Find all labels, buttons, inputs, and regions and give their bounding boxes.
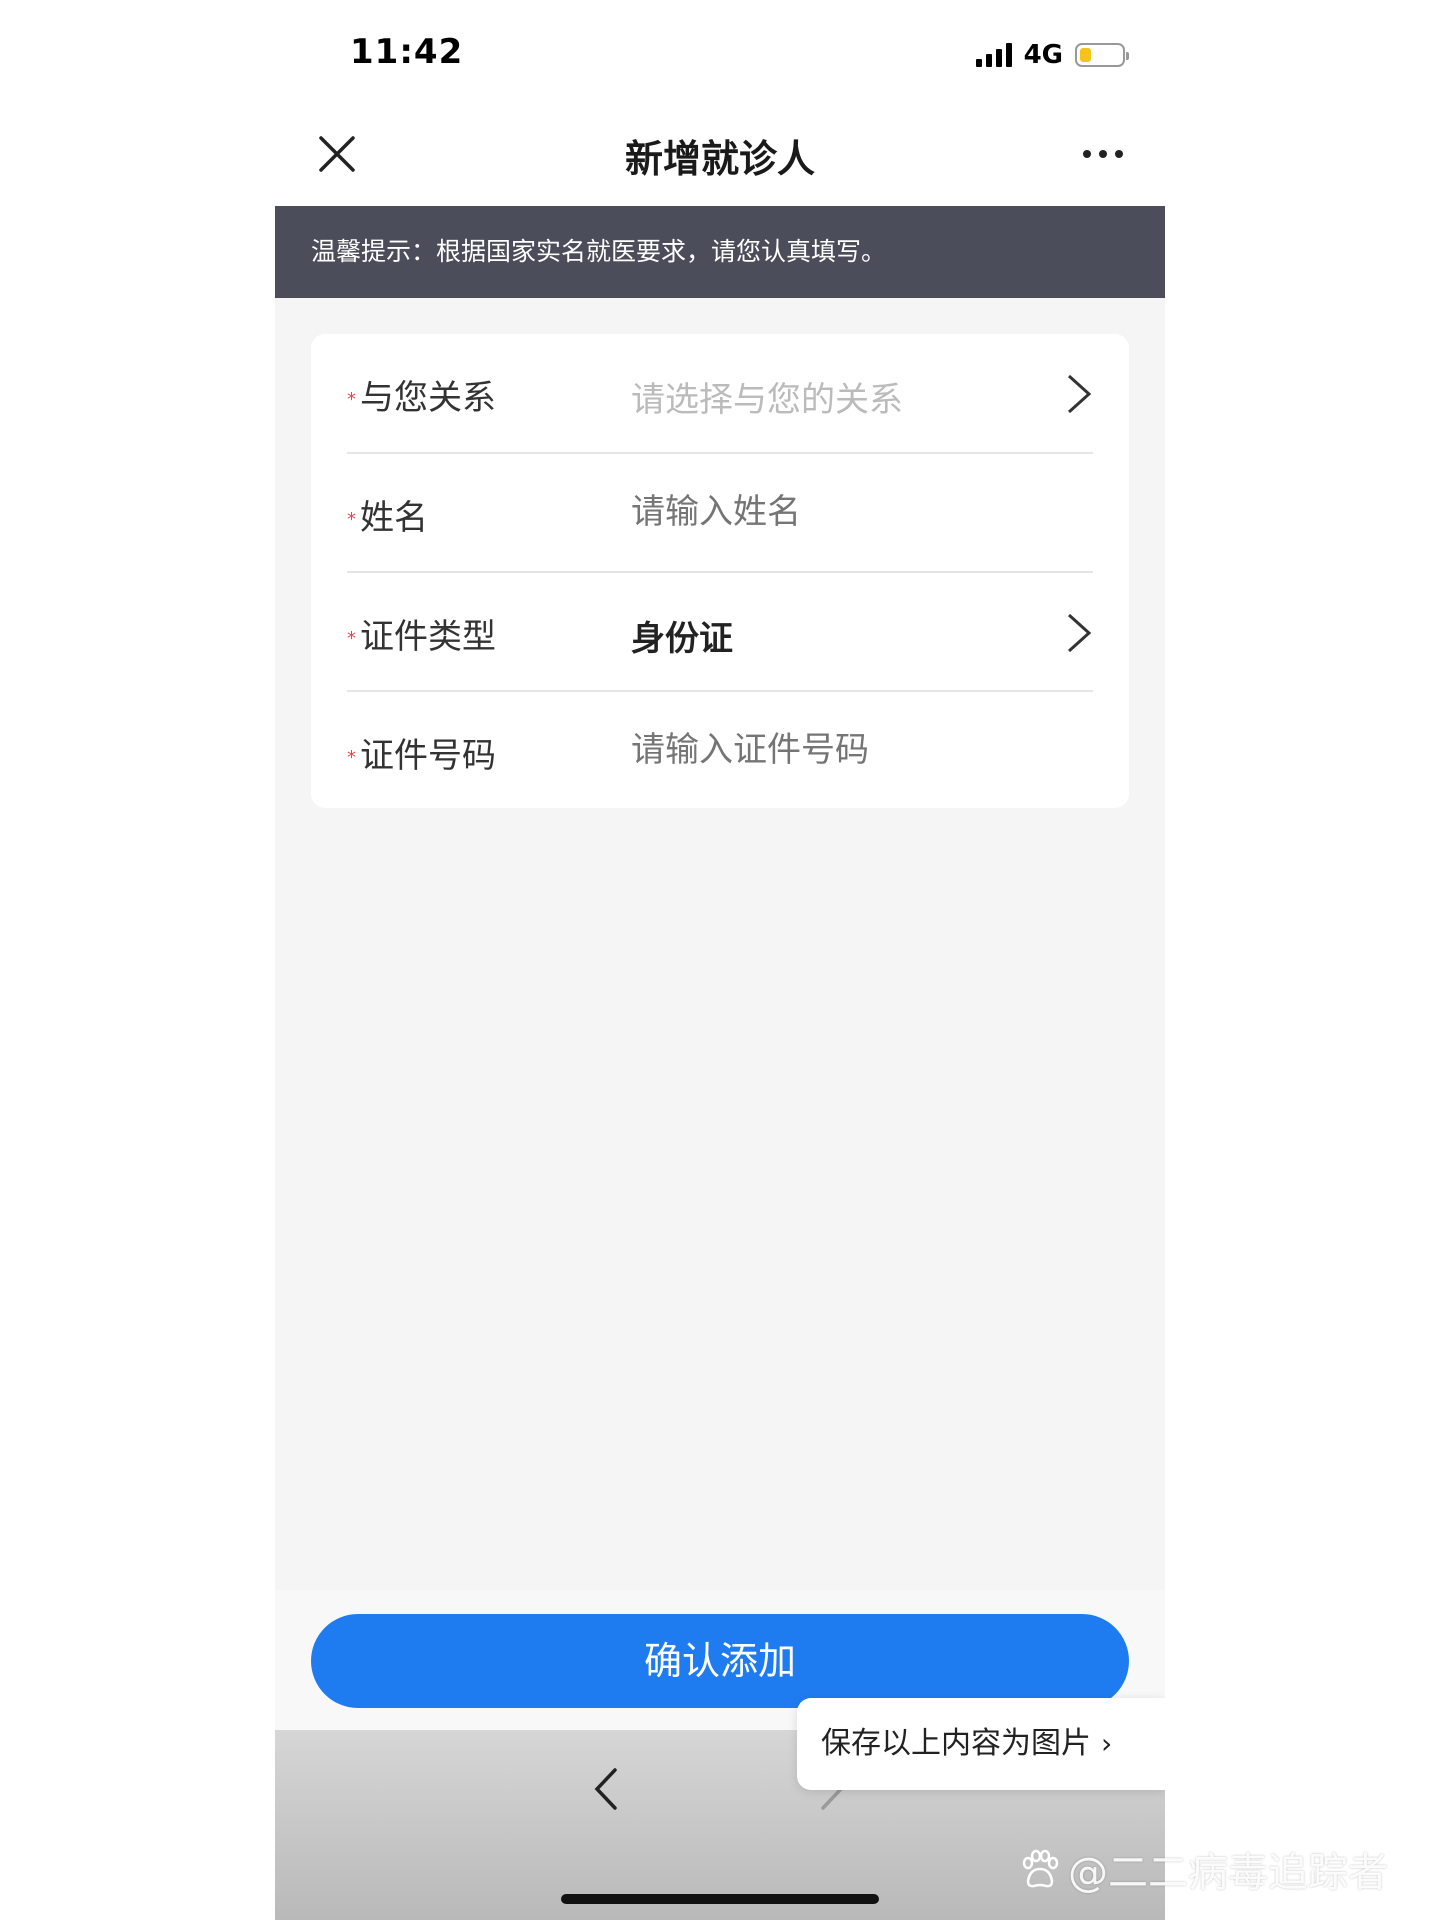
relationship-label: * 与您关系 [347, 378, 496, 418]
form-row-id-number[interactable]: * 证件号码 [347, 690, 1093, 810]
status-indicators: 4G [975, 40, 1129, 70]
name-label: * 姓名 [347, 498, 428, 538]
nav-header: 新增就诊人 [275, 100, 1165, 206]
form-row-id-type[interactable]: * 证件类型 身份证 [347, 571, 1093, 691]
save-as-image-button[interactable]: 保存以上内容为图片 › [797, 1698, 1165, 1790]
watermark: @二二病毒追踪者 [1018, 1840, 1388, 1898]
battery-icon [1075, 43, 1129, 67]
content-area: *与您关系 请选择与您的关系 *姓名 *证件类型 [275, 298, 1165, 1590]
save-as-image-label: 保存以上内容为图片 [821, 1726, 1091, 1761]
id-number-input[interactable] [631, 730, 1031, 770]
status-time: 11:42 [350, 32, 464, 72]
paw-logo-icon [1022, 1849, 1059, 1888]
relationship-select[interactable]: 请选择与您的关系 [631, 372, 1031, 421]
more-dots-icon[interactable] [1083, 150, 1123, 158]
id-number-label: * 证件号码 [347, 736, 496, 776]
back-arrow-icon[interactable] [591, 1766, 621, 1812]
battery-level [1080, 48, 1091, 62]
required-mark: * [347, 509, 356, 530]
chevron-right-icon: › [1101, 1727, 1113, 1760]
id-type-label: * 证件类型 [347, 617, 496, 657]
form-row-name[interactable]: * 姓名 [347, 452, 1093, 572]
page-title: 新增就诊人 [624, 137, 815, 181]
screenshot-canvas: 11:42 4G 新增就诊人 温馨提示：根据国家实名就医要求，请您认真填写。 *… [0, 0, 1440, 1920]
chevron-right-icon [1067, 613, 1092, 653]
confirm-add-button[interactable]: 确认添加 [311, 1614, 1129, 1708]
patient-form-card: *与您关系 请选择与您的关系 *姓名 *证件类型 [311, 334, 1129, 808]
phone-screen: 11:42 4G 新增就诊人 温馨提示：根据国家实名就医要求，请您认真填写。 *… [275, 0, 1165, 1920]
home-indicator[interactable] [561, 1894, 879, 1904]
network-label: 4G [1023, 40, 1063, 70]
watermark-text: @二二病毒追踪者 [1068, 1850, 1388, 1896]
required-mark: * [347, 628, 356, 649]
form-row-relationship[interactable]: * 与您关系 请选择与您的关系 [347, 334, 1093, 452]
chevron-right-icon [1067, 374, 1092, 414]
notice-bar: 温馨提示：根据国家实名就医要求，请您认真填写。 [275, 206, 1165, 298]
name-input[interactable] [631, 492, 1031, 532]
signal-icon [975, 43, 1012, 67]
required-mark: * [347, 389, 356, 410]
required-mark: * [347, 747, 356, 768]
id-type-select[interactable]: 身份证 [631, 611, 1031, 660]
